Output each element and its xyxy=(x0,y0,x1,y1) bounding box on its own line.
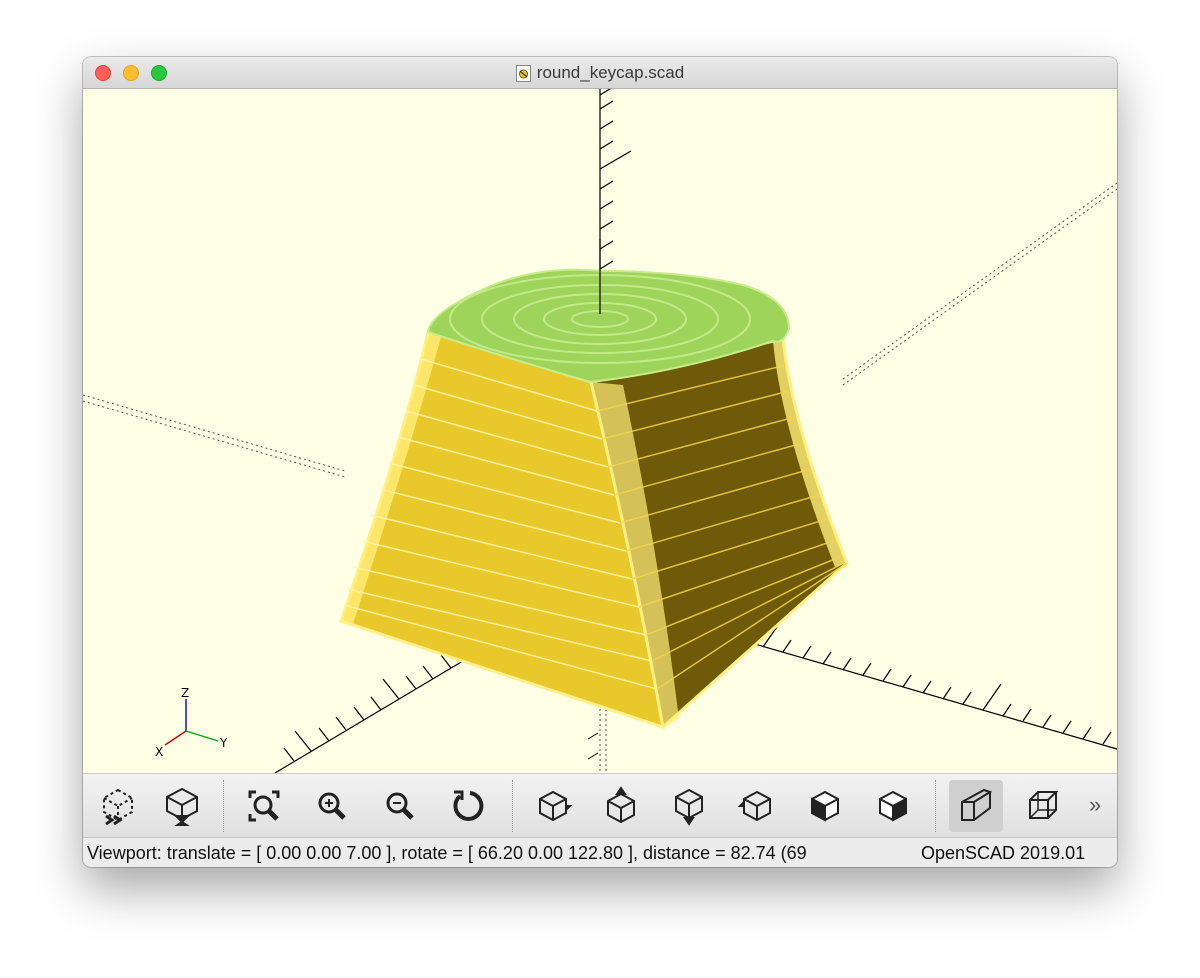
view-front-button[interactable] xyxy=(798,780,852,832)
view-right-button[interactable] xyxy=(526,780,580,832)
title-bar[interactable]: round_keycap.scad xyxy=(83,57,1117,89)
scene-canvas[interactable]: Z Y X xyxy=(83,89,1117,773)
axis-label-x: X xyxy=(155,745,163,759)
perspective-button[interactable] xyxy=(949,780,1003,832)
view-back-button[interactable] xyxy=(866,780,920,832)
version-status: OpenSCAD 2019.01 xyxy=(921,843,1086,863)
zoom-all-icon xyxy=(248,790,280,822)
viewport-status: Viewport: translate = [ 0.00 0.00 7.00 ]… xyxy=(87,843,807,863)
render-button[interactable] xyxy=(155,780,209,832)
view-top-button[interactable] xyxy=(594,780,648,832)
3d-viewport[interactable]: Z Y X xyxy=(83,89,1117,773)
app-window: round_keycap.scad Z Y X » Viewport: tran… xyxy=(83,57,1117,867)
reset-view-button[interactable] xyxy=(441,780,495,832)
zoom-out-button[interactable] xyxy=(373,780,427,832)
axis-label-y: Y xyxy=(219,736,228,750)
axis-label-z: Z xyxy=(181,686,189,700)
view-bottom-icon xyxy=(675,788,703,826)
render-cube-hourglass-icon xyxy=(166,787,198,826)
view-front-icon xyxy=(811,790,839,822)
orthogonal-icon xyxy=(1029,791,1059,819)
view-bottom-button[interactable] xyxy=(662,780,716,832)
zoom-in-button[interactable] xyxy=(305,780,359,832)
reset-view-icon xyxy=(453,790,484,821)
scad-file-icon xyxy=(515,64,531,82)
window-title: round_keycap.scad xyxy=(536,63,685,82)
window-title-group: round_keycap.scad xyxy=(83,57,1117,89)
status-bar: Viewport: translate = [ 0.00 0.00 7.00 ]… xyxy=(83,837,1117,867)
zoom-in-icon xyxy=(318,792,346,820)
toolbar-separator xyxy=(935,780,936,832)
perspective-icon xyxy=(961,788,993,821)
orthogonal-button[interactable] xyxy=(1017,780,1071,832)
view-back-icon xyxy=(879,790,907,822)
preview-button[interactable] xyxy=(91,780,145,832)
view-toolbar: » xyxy=(83,773,1117,837)
view-right-icon xyxy=(539,790,573,822)
view-all-button[interactable] xyxy=(237,780,291,832)
view-top-icon xyxy=(607,786,635,824)
preview-cube-icon xyxy=(103,788,133,826)
zoom-out-icon xyxy=(386,792,414,820)
view-left-button[interactable] xyxy=(730,780,784,832)
toolbar-separator xyxy=(512,780,513,832)
toolbar-separator xyxy=(223,780,224,832)
view-left-icon xyxy=(737,790,771,822)
toolbar-overflow-button[interactable]: » xyxy=(1089,792,1101,818)
